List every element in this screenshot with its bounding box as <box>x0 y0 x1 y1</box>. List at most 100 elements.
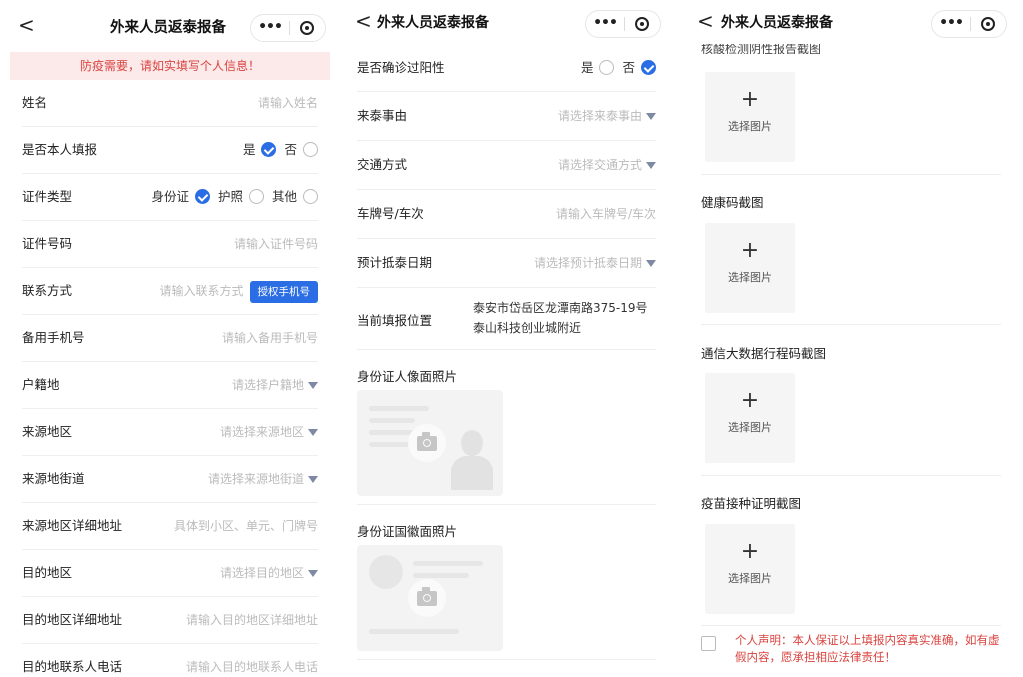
field-label: 车牌号/车次 <box>357 206 424 221</box>
field-label: 姓名 <box>22 95 48 110</box>
card-line <box>369 406 429 411</box>
radio-label-yes: 是 <box>580 60 594 75</box>
nav-bar: < 外来人员返泰报备 ••• <box>685 0 1013 45</box>
name-input[interactable]: 请输入姓名 <box>258 80 318 126</box>
form-row-origin: 来源地区 请选择来源地区 <box>22 409 318 456</box>
mini-program-capsule: ••• <box>585 10 661 38</box>
street-select[interactable]: 请选择来源地街道 <box>208 456 318 502</box>
page-title: 外来人员返泰报备 <box>721 15 833 31</box>
section-id-back: 身份证国徽面照片 <box>357 505 656 660</box>
destination-select[interactable]: 请选择目的地区 <box>220 550 318 596</box>
upload-text: 选择图片 <box>728 120 772 133</box>
back-icon[interactable]: < <box>355 10 372 32</box>
arrival-date-select[interactable]: 请选择预计抵泰日期 <box>534 239 656 287</box>
destination-phone-input[interactable]: 请输入目的地联系人电话 <box>186 644 318 677</box>
field-label: 预计抵泰日期 <box>357 255 433 270</box>
radio-other[interactable] <box>303 189 318 204</box>
radio-yes[interactable] <box>261 142 277 157</box>
plus-icon: + <box>740 87 760 112</box>
field-label: 来泰事由 <box>357 108 408 123</box>
backup-phone-input[interactable]: 请输入备用手机号 <box>222 315 318 361</box>
id-number-input[interactable]: 请输入证件号码 <box>234 221 318 267</box>
caret-down-icon <box>646 260 656 267</box>
upload-health-code[interactable]: + 选择图片 <box>705 223 795 313</box>
authorize-phone-button[interactable]: 授权手机号 <box>249 280 318 303</box>
card-line <box>413 573 469 578</box>
radio-no[interactable] <box>303 142 318 157</box>
section-label: 身份证国徽面照片 <box>357 524 458 539</box>
select-placeholder: 请选择户籍地 <box>231 378 304 392</box>
back-icon[interactable]: < <box>18 14 35 36</box>
reason-select[interactable]: 请选择来泰事由 <box>558 92 656 140</box>
plus-icon: + <box>740 238 760 263</box>
id-back-upload[interactable] <box>357 545 503 651</box>
form-row-positive: 是否确诊过阳性 是否 <box>357 45 656 92</box>
origin-select[interactable]: 请选择来源地区 <box>220 409 318 455</box>
screen-uploads: < 外来人员返泰报备 ••• 核酸检测阴性报告截图 + 选择图片 健康码截图 +… <box>685 0 1013 677</box>
contact-input[interactable]: 请输入联系方式 <box>159 284 243 298</box>
radio-idcard[interactable] <box>194 189 210 204</box>
form-row-destination-phone: 目的地联系人电话 请输入目的地联系人电话 <box>22 644 318 677</box>
close-miniprogram-icon[interactable] <box>635 17 649 31</box>
close-miniprogram-icon[interactable] <box>300 21 314 35</box>
portrait-placeholder-icon <box>449 430 493 490</box>
form-row-id-number: 证件号码 请输入证件号码 <box>22 221 318 268</box>
radio-yes[interactable] <box>599 60 615 75</box>
radio-passport[interactable] <box>248 189 264 204</box>
select-placeholder: 请选择来源地街道 <box>207 472 304 486</box>
transport-select[interactable]: 请选择交通方式 <box>558 141 656 189</box>
field-label: 目的地区详细地址 <box>22 612 123 627</box>
field-label: 是否确诊过阳性 <box>357 60 445 75</box>
form-row-destination-address: 目的地区详细地址 请输入目的地区详细地址 <box>22 597 318 644</box>
section-label-vaccine: 疫苗接种证明截图 <box>701 496 802 511</box>
form-row-destination: 目的地区 请选择目的地区 <box>22 550 318 597</box>
radio-no[interactable] <box>641 60 656 75</box>
form-row-plate: 车牌号/车次 请输入车牌号/车次 <box>357 190 656 239</box>
form-row-origin-street: 来源地街道 请选择来源地街道 <box>22 456 318 503</box>
field-label: 目的地区 <box>22 565 73 580</box>
id-front-upload[interactable] <box>357 390 503 496</box>
card-line <box>369 418 415 423</box>
upload-vaccine[interactable]: + 选择图片 <box>705 524 795 614</box>
select-placeholder: 请选择来源地区 <box>219 425 304 439</box>
plus-icon: + <box>740 388 760 413</box>
close-miniprogram-icon[interactable] <box>981 17 995 31</box>
mini-program-capsule: ••• <box>250 14 326 42</box>
notice-banner: 防疫需要，请如实填写个人信息！ <box>10 52 330 80</box>
upload-text: 选择图片 <box>728 421 772 434</box>
form-row-origin-address: 来源地区详细地址 具体到小区、单元、门牌号 <box>22 503 318 550</box>
field-label: 联系方式 <box>22 283 73 298</box>
radio-label-no: 否 <box>284 142 297 157</box>
huji-select[interactable]: 请选择户籍地 <box>232 362 318 408</box>
more-icon[interactable]: ••• <box>586 11 624 37</box>
upload-text: 选择图片 <box>728 271 772 284</box>
more-icon[interactable]: ••• <box>251 15 289 41</box>
screen-basic-info: < 外来人员返泰报备 ••• 防疫需要，请如实填写个人信息！ 姓名 请输入姓名 … <box>10 0 330 677</box>
section-id-front: 身份证人像面照片 <box>357 350 656 505</box>
form-row-transport: 交通方式 请选择交通方式 <box>357 141 656 190</box>
select-placeholder: 请选择预计抵泰日期 <box>533 256 642 270</box>
caret-down-icon <box>308 570 318 577</box>
field-label: 户籍地 <box>22 377 60 392</box>
plate-input[interactable]: 请输入车牌号/车次 <box>556 190 656 238</box>
declaration-checkbox[interactable] <box>701 636 716 651</box>
section-label-nucleic-test: 核酸检测阴性报告截图 <box>701 44 822 54</box>
field-label: 是否本人填报 <box>22 142 98 157</box>
select-placeholder: 请选择目的地区 <box>219 566 304 580</box>
capsule-divider <box>970 17 971 31</box>
contact-group: 请输入联系方式 授权手机号 <box>159 268 318 314</box>
radio-label-idcard: 身份证 <box>151 189 189 204</box>
form-row-id-type: 证件类型 身份证 护照 其他 <box>22 174 318 221</box>
upload-travel-code[interactable]: + 选择图片 <box>705 373 795 463</box>
field-label: 交通方式 <box>357 157 408 172</box>
self-report-radio-group: 是否 <box>243 127 318 173</box>
destination-address-input[interactable]: 请输入目的地区详细地址 <box>186 597 318 643</box>
origin-address-input[interactable]: 具体到小区、单元、门牌号 <box>174 503 318 549</box>
more-icon[interactable]: ••• <box>932 11 970 37</box>
select-placeholder: 请选择交通方式 <box>557 158 642 172</box>
upload-nucleic-test[interactable]: + 选择图片 <box>705 72 795 162</box>
declaration-text: 个人声明：本人保证以上填报内容真实准确，如有虚假内容，愿承担相应法律责任！ <box>735 633 1000 664</box>
card-line <box>369 629 459 634</box>
field-label: 当前填报位置 <box>357 313 433 328</box>
back-icon[interactable]: < <box>697 10 714 32</box>
